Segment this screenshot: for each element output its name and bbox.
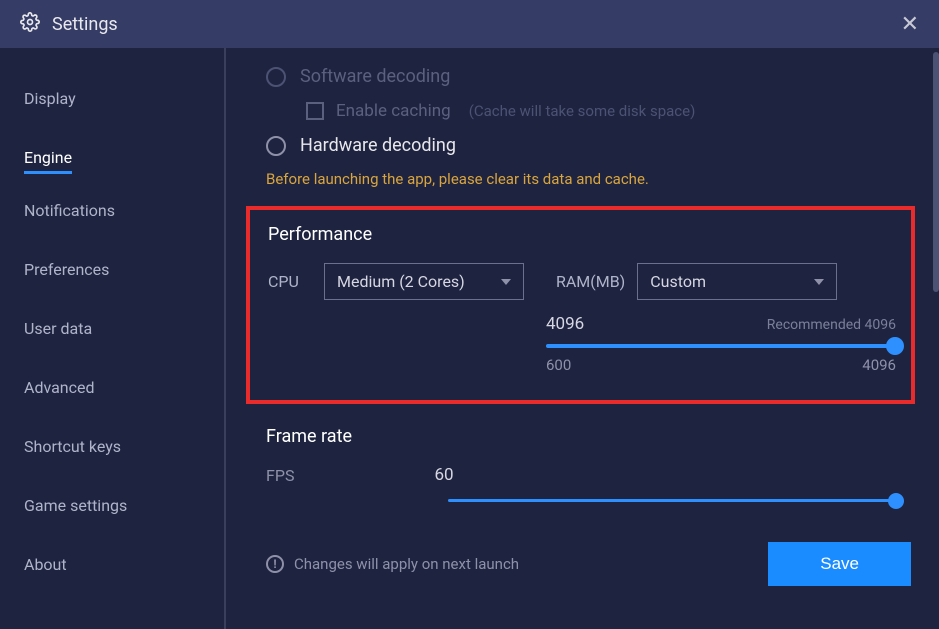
slider-thumb-icon[interactable] [888,493,904,509]
framerate-section: Frame rate FPS 60 [266,426,911,502]
radio-software-decoding[interactable]: Software decoding [266,66,911,87]
fps-value: 60 [434,465,453,485]
ram-block: RAM(MB) Custom [556,263,837,300]
ram-slider-area: 4096 Recommended 4096 600 4096 [546,314,896,374]
radio-icon [266,67,286,87]
save-button[interactable]: Save [768,542,911,586]
sidebar-item-about[interactable]: About [24,542,224,587]
ram-min: 600 [546,356,571,374]
titlebar: Settings ✕ [0,0,939,48]
cpu-label: CPU [268,272,310,291]
sidebar-item-shortcut[interactable]: Shortcut keys [24,424,224,469]
ram-select-value: Custom [650,272,706,291]
radio-label: Software decoding [300,66,450,87]
slider-thumb-icon[interactable] [886,337,904,355]
ram-max: 4096 [862,356,896,374]
chevron-down-icon [814,279,824,285]
checkbox-icon [306,102,324,120]
ram-recommended: Recommended 4096 [767,317,896,333]
gear-icon [20,12,40,36]
ram-slider-labels: 600 4096 [546,356,896,374]
checkbox-enable-caching[interactable]: Enable caching (Cache will take some dis… [306,101,911,121]
performance-title: Performance [268,224,893,245]
footer-note: ! Changes will apply on next launch [266,555,519,573]
close-icon[interactable]: ✕ [901,12,919,37]
footer-note-text: Changes will apply on next launch [294,555,519,573]
framerate-title: Frame rate [266,426,911,447]
radio-hardware-decoding[interactable]: Hardware decoding [266,135,911,156]
cpu-select[interactable]: Medium (2 Cores) [324,263,524,300]
sidebar-item-userdata[interactable]: User data [24,306,224,351]
radio-icon [266,136,286,156]
main-panel: Software decoding Enable caching (Cache … [226,48,939,629]
chevron-down-icon [501,279,511,285]
info-icon: ! [266,555,284,573]
fps-label: FPS [266,466,294,485]
performance-highlight: Performance CPU Medium (2 Cores) RAM(MB)… [246,206,915,404]
cpu-select-value: Medium (2 Cores) [337,272,465,291]
warning-text: Before launching the app, please clear i… [266,170,911,188]
footer-row: ! Changes will apply on next launch Save [266,542,911,586]
ram-slider[interactable] [546,344,896,348]
scrollbar[interactable] [933,52,939,292]
sidebar: Display Engine Notifications Preferences… [0,48,226,629]
sidebar-item-engine[interactable]: Engine [24,135,72,174]
ram-label: RAM(MB) [556,272,625,291]
sidebar-item-notifications[interactable]: Notifications [24,188,224,233]
checkbox-hint: (Cache will take some disk space) [469,102,696,120]
titlebar-left: Settings [20,12,118,36]
radio-label: Hardware decoding [300,135,456,156]
ram-slider-top: 4096 Recommended 4096 [546,314,896,334]
titlebar-title: Settings [52,14,118,35]
checkbox-label: Enable caching [336,101,451,121]
body-area: Display Engine Notifications Preferences… [0,48,939,629]
sidebar-item-display[interactable]: Display [24,76,224,121]
sidebar-item-advanced[interactable]: Advanced [24,365,224,410]
sidebar-item-gamesettings[interactable]: Game settings [24,483,224,528]
fps-slider[interactable] [448,499,898,502]
fps-row: FPS 60 [266,465,911,485]
ram-current-value: 4096 [546,314,584,334]
performance-controls: CPU Medium (2 Cores) RAM(MB) Custom [268,263,893,300]
ram-select[interactable]: Custom [637,263,837,300]
sidebar-item-preferences[interactable]: Preferences [24,247,224,292]
